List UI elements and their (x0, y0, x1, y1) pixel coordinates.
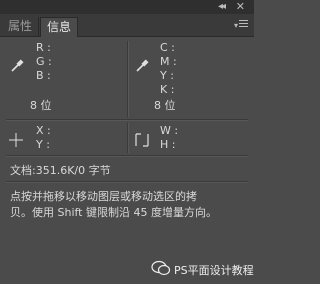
divider (6, 155, 248, 157)
eyedropper-icon[interactable] (135, 59, 149, 73)
tab-bar: 属性 信息 ▾ (0, 14, 254, 37)
tab-info[interactable]: 信息 (40, 17, 79, 37)
panel-menu-icon[interactable]: ▾ (234, 18, 248, 30)
b-label: B : (36, 69, 51, 82)
y-label: Y : (160, 69, 174, 82)
k-label: K : (160, 83, 175, 96)
r-label: R : (36, 41, 51, 54)
info-panel: R : G : B : 8 位 C : M : Y : K : 8 位 X : … (0, 37, 254, 284)
document-size: 文档:351.6K/0 字节 (10, 164, 111, 177)
y-coord-label: Y : (36, 138, 50, 151)
watermark-text: PS平面设计教程 (174, 264, 254, 277)
close-icon[interactable]: ✕ (236, 0, 245, 13)
size-bracket-icon (135, 133, 149, 147)
g-label: G : (36, 55, 52, 68)
x-label: X : (36, 124, 51, 137)
w-label: W : (160, 124, 179, 137)
c-label: C : (160, 41, 175, 54)
tab-properties[interactable]: 属性 (2, 17, 40, 36)
panel-title-bar: ◂◂ ✕ (0, 0, 254, 14)
crosshair-icon (9, 133, 23, 147)
wechat-icon (151, 260, 171, 276)
divider (6, 119, 248, 121)
collapse-icon[interactable]: ◂◂ (218, 1, 226, 12)
divider (6, 181, 248, 183)
m-label: M : (160, 55, 177, 68)
divider (127, 41, 129, 117)
eyedropper-icon[interactable] (10, 59, 24, 73)
divider (127, 123, 129, 153)
rgb-bit-depth: 8 位 (30, 99, 52, 112)
hint-line-1: 点按并拖移以移动图层或移动选区的拷 (10, 190, 197, 203)
h-label: H : (160, 138, 176, 151)
hint-line-2: 贝。使用 Shift 键限制沿 45 度增量方向。 (10, 206, 217, 219)
cmyk-bit-depth: 8 位 (154, 99, 176, 112)
